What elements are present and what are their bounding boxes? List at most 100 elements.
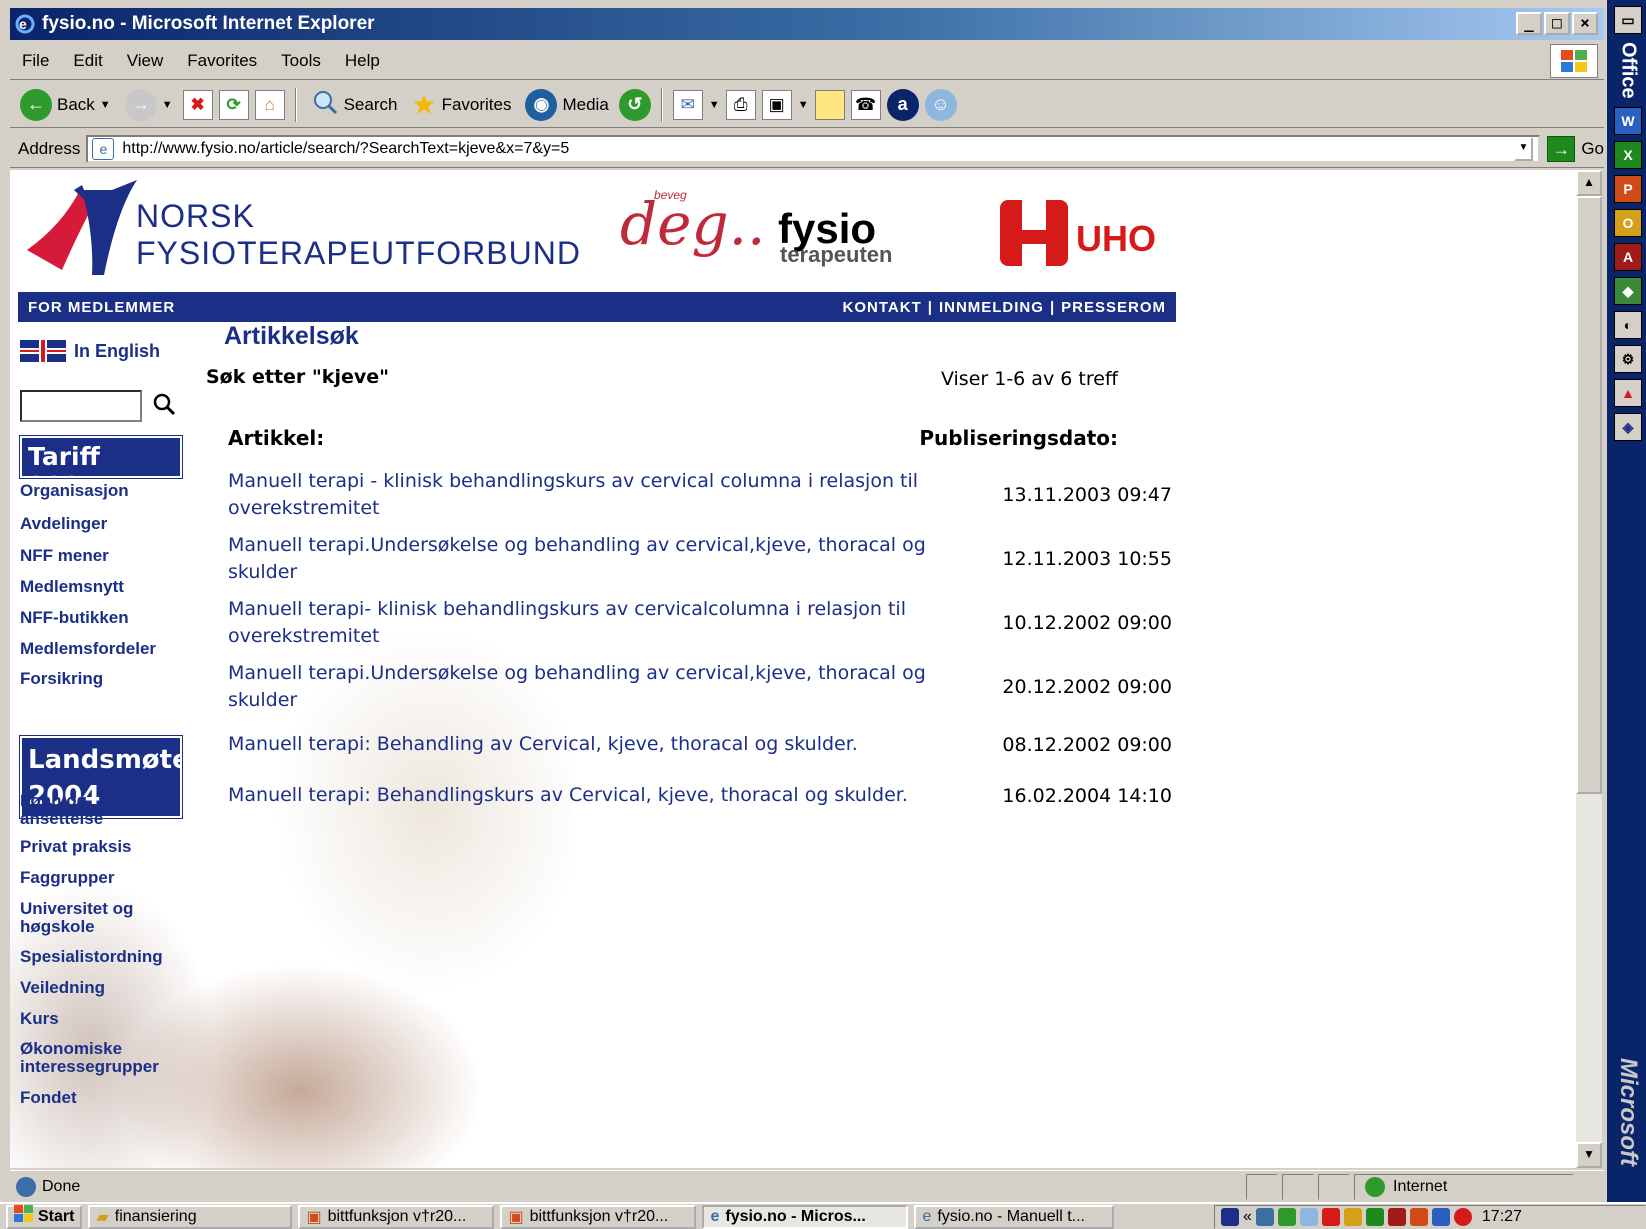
refresh-icon[interactable]: ⟳ — [218, 89, 249, 120]
signal-icon[interactable] — [1277, 1207, 1296, 1226]
tariff-banner[interactable]: Tariff 2004 — [19, 435, 183, 500]
note-icon[interactable] — [814, 89, 845, 120]
result-link[interactable]: Manuell terapi: Behandling av Cervical, … — [228, 731, 936, 758]
brand-deg-logo[interactable]: deg.. — [620, 190, 765, 258]
chevron-down-icon[interactable]: ▼ — [162, 99, 173, 111]
sidebar-link-spesialistordning[interactable]: Spesialistordning — [20, 948, 163, 966]
favorites-button[interactable]: ★ Favorites — [407, 86, 515, 124]
chevron-down-icon[interactable]: ▼ — [709, 99, 720, 111]
sidebar-link-veiledning[interactable]: Veiledning — [20, 979, 105, 997]
sidebar-link-fondet[interactable]: Fondet — [20, 1089, 77, 1107]
address-dropdown[interactable]: ▼ — [1513, 136, 1534, 161]
close-button[interactable]: × — [1572, 12, 1598, 35]
title-bar[interactable]: e fysio.no - Microsoft Internet Explorer… — [10, 8, 1604, 40]
tools-icon[interactable]: ⚙ — [1614, 344, 1642, 373]
nff-logo[interactable] — [22, 180, 142, 275]
people-icon[interactable]: ☺ — [924, 88, 957, 121]
scroll-up-icon[interactable]: ▲ — [1576, 170, 1602, 196]
result-link[interactable]: Manuell terapi - klinisk behandlingskurs… — [228, 468, 936, 522]
result-link[interactable]: Manuell terapi- klinisk behandlingskurs … — [228, 596, 936, 650]
sidebar-link-kurs[interactable]: Kurs — [20, 1010, 59, 1028]
result-link[interactable]: Manuell terapi: Behandlingskurs av Cervi… — [228, 782, 948, 809]
scroll-down-icon[interactable]: ▼ — [1576, 1142, 1602, 1168]
history-icon[interactable]: ↺ — [618, 88, 651, 121]
uho-logo-icon[interactable] — [1000, 200, 1068, 266]
print-icon[interactable]: ⎙ — [725, 89, 756, 120]
start-button[interactable]: Start — [6, 1204, 83, 1229]
nav-kontakt[interactable]: KONTAKT — [843, 299, 922, 316]
nav-for-medlemmer[interactable]: FOR MEDLEMMER — [28, 299, 175, 316]
sidebar-link-nff-butikken[interactable]: NFF-butikken — [20, 609, 129, 627]
stop-icon[interactable]: ✖ — [182, 89, 213, 120]
chevron-down-icon[interactable]: ▼ — [798, 99, 809, 111]
scroll-thumb[interactable] — [1576, 196, 1602, 794]
task-fysio-active[interactable]: e fysio.no - Micros... — [702, 1204, 909, 1229]
result-link[interactable]: Manuell terapi.Undersøkelse og behandlin… — [228, 532, 936, 586]
menu-edit[interactable]: Edit — [61, 51, 114, 71]
media-button[interactable]: ◉ Media — [521, 86, 612, 124]
menu-favorites[interactable]: Favorites — [175, 51, 269, 71]
sidebar-link-lonn[interactable]: Lønn og ansettelse — [20, 792, 130, 828]
menu-view[interactable]: View — [115, 51, 176, 71]
sidebar-link-medlemsnytt[interactable]: Medlemsnytt — [20, 578, 124, 596]
sidebar-link-faggrupper[interactable]: Faggrupper — [20, 869, 114, 887]
sidebar-link-nff-mener[interactable]: NFF mener — [20, 547, 109, 565]
go-button[interactable]: → Go — [1547, 135, 1604, 162]
tray-app-icon[interactable] — [1453, 1207, 1472, 1226]
sidebar-link-avdelinger[interactable]: Avdelinger — [20, 515, 107, 533]
address-input[interactable]: e http://www.fysio.no/article/search/?Se… — [86, 134, 1540, 163]
publisher-icon[interactable]: ◆ — [1614, 276, 1642, 305]
minimize-button[interactable]: _ — [1516, 12, 1542, 35]
antivirus-icon[interactable] — [1321, 1207, 1340, 1226]
task-bittfunksjon-1[interactable]: ▣ bittfunksjon v†r20... — [298, 1204, 495, 1229]
language-icon[interactable] — [1221, 1207, 1239, 1226]
chevron-down-icon[interactable]: ▼ — [100, 99, 111, 111]
tray-app-icon[interactable] — [1387, 1207, 1406, 1226]
sidebar-link-privat-praksis[interactable]: Privat praksis — [20, 838, 132, 856]
at-sign-icon[interactable]: a — [886, 88, 919, 121]
word-icon[interactable]: W — [1614, 106, 1642, 135]
task-finansiering[interactable]: ▰ finansiering — [88, 1204, 293, 1229]
brand-uho-logo[interactable]: UHO — [1076, 218, 1156, 260]
search-button[interactable]: Search — [307, 86, 402, 124]
nav-innmelding[interactable]: INNMELDING — [939, 299, 1044, 316]
home-icon[interactable]: ⌂ — [254, 89, 285, 120]
clock-icon[interactable]: ◐ — [1614, 310, 1642, 339]
menu-tools[interactable]: Tools — [269, 51, 333, 71]
tray-app-icon[interactable] — [1365, 1207, 1384, 1226]
network-icon[interactable]: ◈ — [1614, 412, 1642, 441]
excel-icon[interactable]: X — [1614, 140, 1642, 169]
powerpoint-icon[interactable]: P — [1614, 174, 1642, 203]
network-icon[interactable] — [1255, 1207, 1274, 1226]
tray-app-icon[interactable] — [1343, 1207, 1362, 1226]
maximize-button[interactable]: □ — [1544, 12, 1570, 35]
messenger-icon[interactable]: ☎ — [850, 89, 881, 120]
mail-icon[interactable]: ✉ — [672, 89, 703, 120]
back-button[interactable]: ← Back ▼ — [16, 86, 115, 124]
result-link[interactable]: Manuell terapi.Undersøkelse og behandlin… — [228, 660, 936, 714]
menu-help[interactable]: Help — [333, 51, 392, 71]
flask-icon[interactable]: ▲ — [1614, 378, 1642, 407]
nav-presserom[interactable]: PRESSEROM — [1061, 299, 1166, 316]
sidebar-link-organisasjon[interactable]: Organisasjon — [20, 482, 129, 500]
tray-expand-icon[interactable]: « — [1243, 1208, 1252, 1226]
outlook-icon[interactable]: O — [1614, 208, 1642, 237]
users-icon[interactable] — [1299, 1207, 1318, 1226]
site-search-input[interactable] — [20, 390, 142, 422]
sidebar-link-universitet[interactable]: Universitet og høgskole — [20, 900, 160, 936]
access-icon[interactable]: A — [1614, 242, 1642, 271]
folder-icon[interactable]: ▭ — [1614, 6, 1642, 34]
sidebar-link-forsikring[interactable]: Forsikring — [20, 670, 103, 688]
edit-icon[interactable]: ▣ — [761, 89, 792, 120]
tray-app-icon[interactable] — [1409, 1207, 1428, 1226]
menu-file[interactable]: File — [10, 51, 61, 71]
sidebar-link-okonomiske[interactable]: Økonomiske interessegrupper — [20, 1040, 180, 1076]
english-link[interactable]: In English — [20, 340, 160, 362]
sidebar-link-medlemsfordeler[interactable]: Medlemsfordeler — [20, 640, 156, 658]
search-icon[interactable] — [152, 392, 176, 422]
vertical-scrollbar[interactable]: ▲ ▼ — [1576, 170, 1602, 1168]
task-bittfunksjon-2[interactable]: ▣ bittfunksjon v†r20... — [500, 1204, 697, 1229]
tray-app-icon[interactable] — [1431, 1207, 1450, 1226]
forward-button[interactable]: → ▼ — [121, 86, 177, 124]
task-fysio-manuell[interactable]: e fysio.no - Manuell t... — [914, 1204, 1115, 1229]
